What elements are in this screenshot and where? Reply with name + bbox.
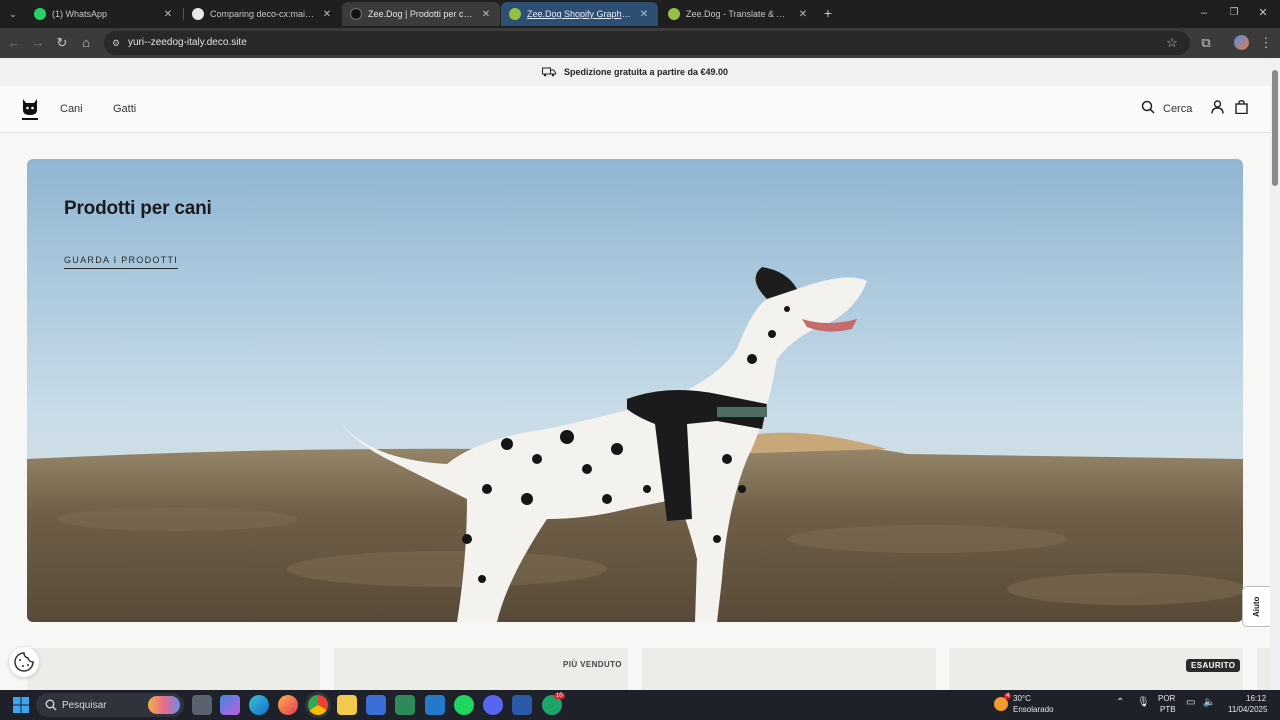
hero-dalmatian-image — [27, 159, 1243, 622]
tab-shopify-graphiql[interactable]: Zee.Dog Shopify GraphiQL Ap ✕ — [501, 2, 658, 26]
home-icon[interactable]: ⌂ — [78, 35, 94, 51]
tray-chevron-icon[interactable]: ⌃ — [1116, 697, 1124, 708]
scrollbar-thumb[interactable] — [1272, 70, 1278, 186]
language-line2[interactable]: PTB — [1160, 705, 1176, 714]
search-icon[interactable] — [1141, 100, 1155, 114]
firefox-icon[interactable] — [278, 695, 298, 715]
account-icon[interactable] — [1211, 100, 1224, 114]
chrome-icon[interactable] — [308, 695, 328, 715]
clock-date[interactable]: 11/04/2025 — [1228, 705, 1267, 714]
nav-link-gatti[interactable]: Gatti — [113, 103, 136, 115]
address-url[interactable]: yuri--zeedog-italy.deco.site — [128, 37, 247, 48]
volume-icon[interactable]: 🔈 — [1203, 697, 1215, 708]
profile-avatar[interactable] — [1234, 35, 1249, 50]
weather-desc[interactable]: Ensolarado — [1013, 705, 1053, 714]
tab-github[interactable]: Comparing deco-cx:main...yuri: ✕ — [184, 2, 341, 26]
product-card[interactable] — [1257, 648, 1270, 690]
product-card[interactable] — [334, 648, 628, 690]
tab-label: Zee.Dog | Prodotti per cani e g — [368, 9, 474, 19]
discord-icon[interactable] — [483, 695, 503, 715]
tab-label: (1) WhatsApp — [52, 9, 108, 19]
extensions-icon[interactable]: ⧉ — [1198, 35, 1214, 51]
tab-label: Zee.Dog - Translate & Adapt - S — [686, 9, 791, 19]
windows-start-icon[interactable] — [13, 697, 29, 713]
hero-banner[interactable]: Prodotti per cani GUARDA I PRODOTTI — [27, 159, 1243, 622]
tab-label: Comparing deco-cx:main...yuri: — [210, 9, 315, 19]
clock-time[interactable]: 16:12 — [1246, 694, 1266, 703]
file-explorer-icon[interactable] — [337, 695, 357, 715]
zeedog-icon — [350, 8, 362, 20]
forward-icon[interactable]: → — [30, 35, 46, 51]
word-icon[interactable] — [512, 695, 532, 715]
windows-taskbar: Pesquisar 10 4 30°C Ensolarado ⌃ 🎙 POR P… — [0, 690, 1280, 720]
minimize-icon[interactable]: – — [1196, 5, 1212, 21]
search-placeholder: Pesquisar — [62, 700, 107, 711]
notification-badge: 10 — [554, 693, 565, 699]
help-tab[interactable]: Aiuto — [1242, 586, 1270, 627]
cart-bag-icon[interactable] — [1235, 100, 1248, 114]
tab-zeedog-active[interactable]: Zee.Dog | Prodotti per cani e g ✕ — [342, 2, 500, 26]
close-icon[interactable]: ✕ — [638, 9, 650, 20]
close-icon[interactable]: ✕ — [321, 9, 333, 20]
browser-tab-strip: ⌄ (1) WhatsApp ✕ Comparing deco-cx:main.… — [0, 0, 1280, 28]
site-info-icon[interactable]: ⚙ — [108, 35, 124, 51]
task-view-icon[interactable] — [192, 695, 212, 715]
truck-icon — [541, 67, 556, 77]
weather-badge: 4 — [1004, 693, 1012, 699]
shopify-icon — [509, 8, 521, 20]
reload-icon[interactable]: ↻ — [54, 35, 70, 51]
search-highlight-icon — [148, 696, 180, 714]
language-line1[interactable]: POR — [1158, 694, 1175, 703]
microsoft-store-icon[interactable] — [366, 695, 386, 715]
hero-cta-link[interactable]: GUARDA I PRODOTTI — [64, 255, 179, 269]
nav-link-cani[interactable]: Cani — [60, 103, 83, 115]
whatsapp-icon — [34, 8, 46, 20]
bookmark-star-icon[interactable]: ☆ — [1164, 35, 1180, 51]
microphone-icon[interactable]: 🎙 — [1137, 697, 1150, 708]
promo-text: Spedizione gratuita a partire da €49.00 — [563, 67, 729, 77]
close-icon[interactable]: ✕ — [480, 9, 492, 20]
site-header: Cani Gatti Cerca — [0, 86, 1270, 133]
hero-title: Prodotti per cani — [64, 198, 212, 219]
new-tab-button[interactable]: + — [820, 5, 836, 21]
spotify-icon[interactable] — [454, 695, 474, 715]
network-icon[interactable]: ▭ — [1186, 697, 1195, 708]
restore-icon[interactable]: ❐ — [1226, 5, 1242, 21]
address-bar[interactable]: ⚙ yuri--zeedog-italy.deco.site ☆ — [104, 31, 1190, 55]
vscode-icon[interactable] — [425, 695, 445, 715]
search-label[interactable]: Cerca — [1163, 103, 1192, 115]
product-card[interactable] — [642, 648, 936, 690]
help-label: Aiuto — [1252, 596, 1261, 617]
cookie-settings-button[interactable] — [9, 647, 39, 677]
weather-sun-icon[interactable] — [994, 697, 1008, 711]
weather-temp[interactable]: 30°C — [1013, 694, 1031, 703]
shopify-icon — [668, 8, 680, 20]
close-icon[interactable]: ✕ — [797, 9, 809, 20]
browser-toolbar: ← → ↻ ⌂ ⚙ yuri--zeedog-italy.deco.site ☆… — [0, 28, 1280, 58]
copilot-icon[interactable] — [220, 695, 240, 715]
tab-shopify-translate[interactable]: Zee.Dog - Translate & Adapt - S ✕ — [660, 2, 817, 26]
cookie-icon — [14, 652, 34, 672]
calculator-icon[interactable] — [395, 695, 415, 715]
menu-kebab-icon[interactable]: ⋮ — [1258, 35, 1274, 51]
tab-label: Zee.Dog Shopify GraphiQL Ap — [527, 9, 632, 19]
web-page: Spedizione gratuita a partire da €49.00 … — [0, 58, 1270, 690]
tab-whatsapp[interactable]: (1) WhatsApp ✕ — [26, 2, 182, 26]
product-card[interactable] — [27, 648, 320, 690]
window-close-icon[interactable]: ✕ — [1255, 5, 1271, 21]
page-scrollbar[interactable] — [1270, 58, 1280, 690]
zeedog-logo[interactable] — [20, 96, 40, 122]
badge-sold-out: ESAURITO — [1186, 659, 1241, 672]
taskbar-search[interactable]: Pesquisar — [36, 693, 184, 717]
tab-search-chevron-icon[interactable]: ⌄ — [5, 6, 21, 22]
promo-banner: Spedizione gratuita a partire da €49.00 — [0, 58, 1270, 86]
edge-icon[interactable] — [249, 695, 269, 715]
close-icon[interactable]: ✕ — [162, 9, 174, 20]
badge-best-seller: PIÙ VENDUTO — [563, 660, 622, 669]
search-icon — [45, 699, 57, 711]
github-icon — [192, 8, 204, 20]
back-icon[interactable]: ← — [6, 35, 22, 51]
